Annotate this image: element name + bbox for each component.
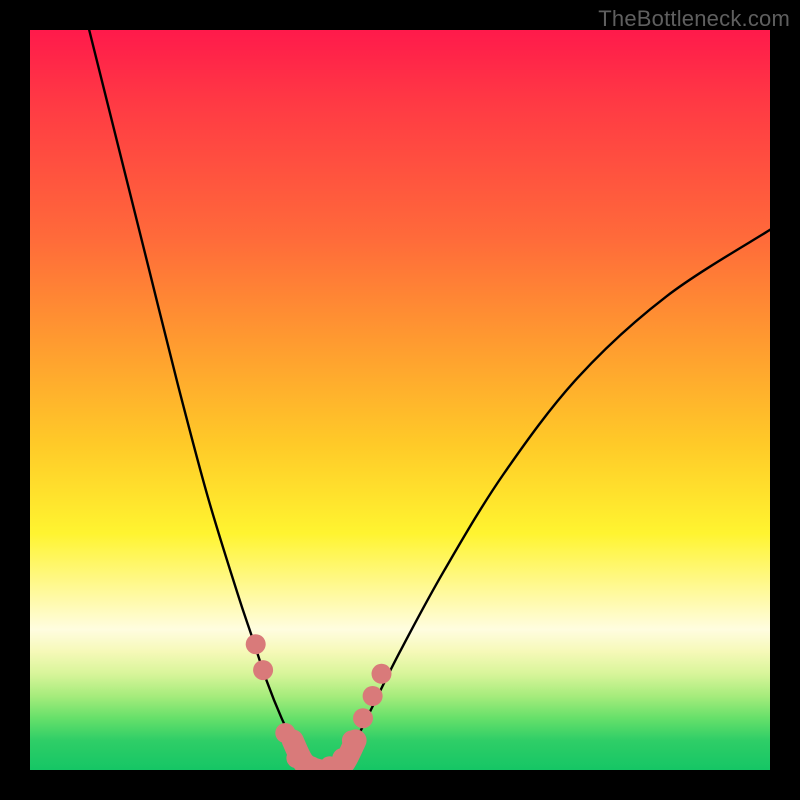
marker-dot: [332, 748, 352, 768]
plot-area: [30, 30, 770, 770]
curve-layer: [30, 30, 770, 770]
watermark-text: TheBottleneck.com: [598, 6, 790, 32]
marker-dot: [353, 708, 373, 728]
marker-dot: [372, 664, 392, 684]
marker-dot: [342, 730, 362, 750]
curve-left-curve: [89, 30, 304, 763]
marker-dot: [253, 660, 273, 680]
curve-right-curve: [341, 230, 770, 763]
chart-frame: TheBottleneck.com: [0, 0, 800, 800]
marker-dot: [363, 686, 383, 706]
marker-dot: [275, 723, 295, 743]
marker-dot: [246, 634, 266, 654]
